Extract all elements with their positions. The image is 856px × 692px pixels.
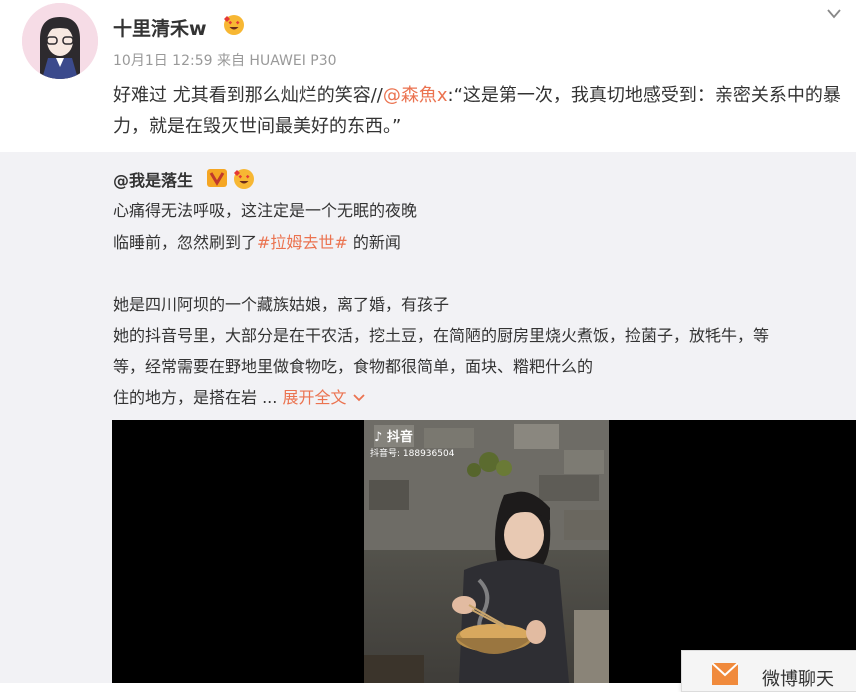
repost-line-2: 临睡前，忽然刷到了#拉姆去世# 的新闻 — [113, 229, 401, 253]
heart-eyes-emoji — [232, 166, 256, 190]
video-thumbnail[interactable]: ♪ 抖音 抖音号: 188936504 — [364, 420, 609, 683]
repost-line-2-before: 临睡前，忽然刷到了 — [113, 233, 258, 252]
expand-label[interactable]: 展开全文 — [282, 388, 346, 407]
repost-line-5: 等，经常需要在野地里做食物吃，食物都很简单，面块、糌粑什么的 — [113, 357, 594, 376]
verified-badge-icon — [206, 168, 228, 188]
weibo-chat-tab[interactable]: 微博聊天 — [681, 650, 856, 692]
repost-line-1: 心痛得无法呼吸，这注定是一个无眠的夜晚 — [113, 201, 418, 220]
chevron-down-icon — [352, 394, 365, 402]
douyin-logo-icon: ♪ — [374, 430, 383, 445]
chevron-down-icon[interactable] — [824, 6, 844, 20]
repost-line-6-text: 住的地方，是搭在岩 ... — [113, 388, 283, 407]
post-text: 好难过 尤其看到那么灿烂的笑容//@森魚x:“这是第一次，我真切地感受到：亲密关… — [113, 80, 847, 142]
repost-line-2-after: 的新闻 — [347, 233, 401, 252]
expand-full-text-link[interactable]: 展开全文 — [282, 388, 365, 407]
repost-line-3: 她是四川阿坝的一个藏族姑娘，离了婚，有孩子 — [113, 295, 450, 314]
douyin-watermark: ♪ 抖音 — [374, 426, 413, 445]
repost-line-4: 她的抖音号里，大部分是在干农活，挖土豆，在简陋的厨房里烧火煮饭，捡菌子，放牦牛，… — [113, 326, 770, 345]
heart-eyes-emoji — [222, 12, 246, 36]
mail-icon — [711, 662, 739, 689]
mention-link[interactable]: @森魚x — [383, 85, 448, 106]
douyin-app-name: 抖音 — [386, 430, 413, 445]
hashtag-link[interactable]: #拉姆去世# — [257, 233, 348, 252]
weibo-chat-label[interactable]: 微博聊天 — [762, 665, 834, 691]
post-text-part1: 好难过 尤其看到那么灿烂的笑容// — [113, 85, 383, 106]
post-meta: 10月1日 12:59 来自 HUAWEI P30 — [113, 53, 337, 69]
avatar[interactable] — [22, 3, 98, 79]
douyin-account-id: 抖音号: 188936504 — [370, 449, 455, 459]
repost-line-6: 住的地方，是搭在岩 ... 展开全文 — [113, 384, 366, 408]
repost-author[interactable]: @我是落生 — [113, 167, 193, 191]
username[interactable]: 十里清禾w — [113, 14, 207, 41]
